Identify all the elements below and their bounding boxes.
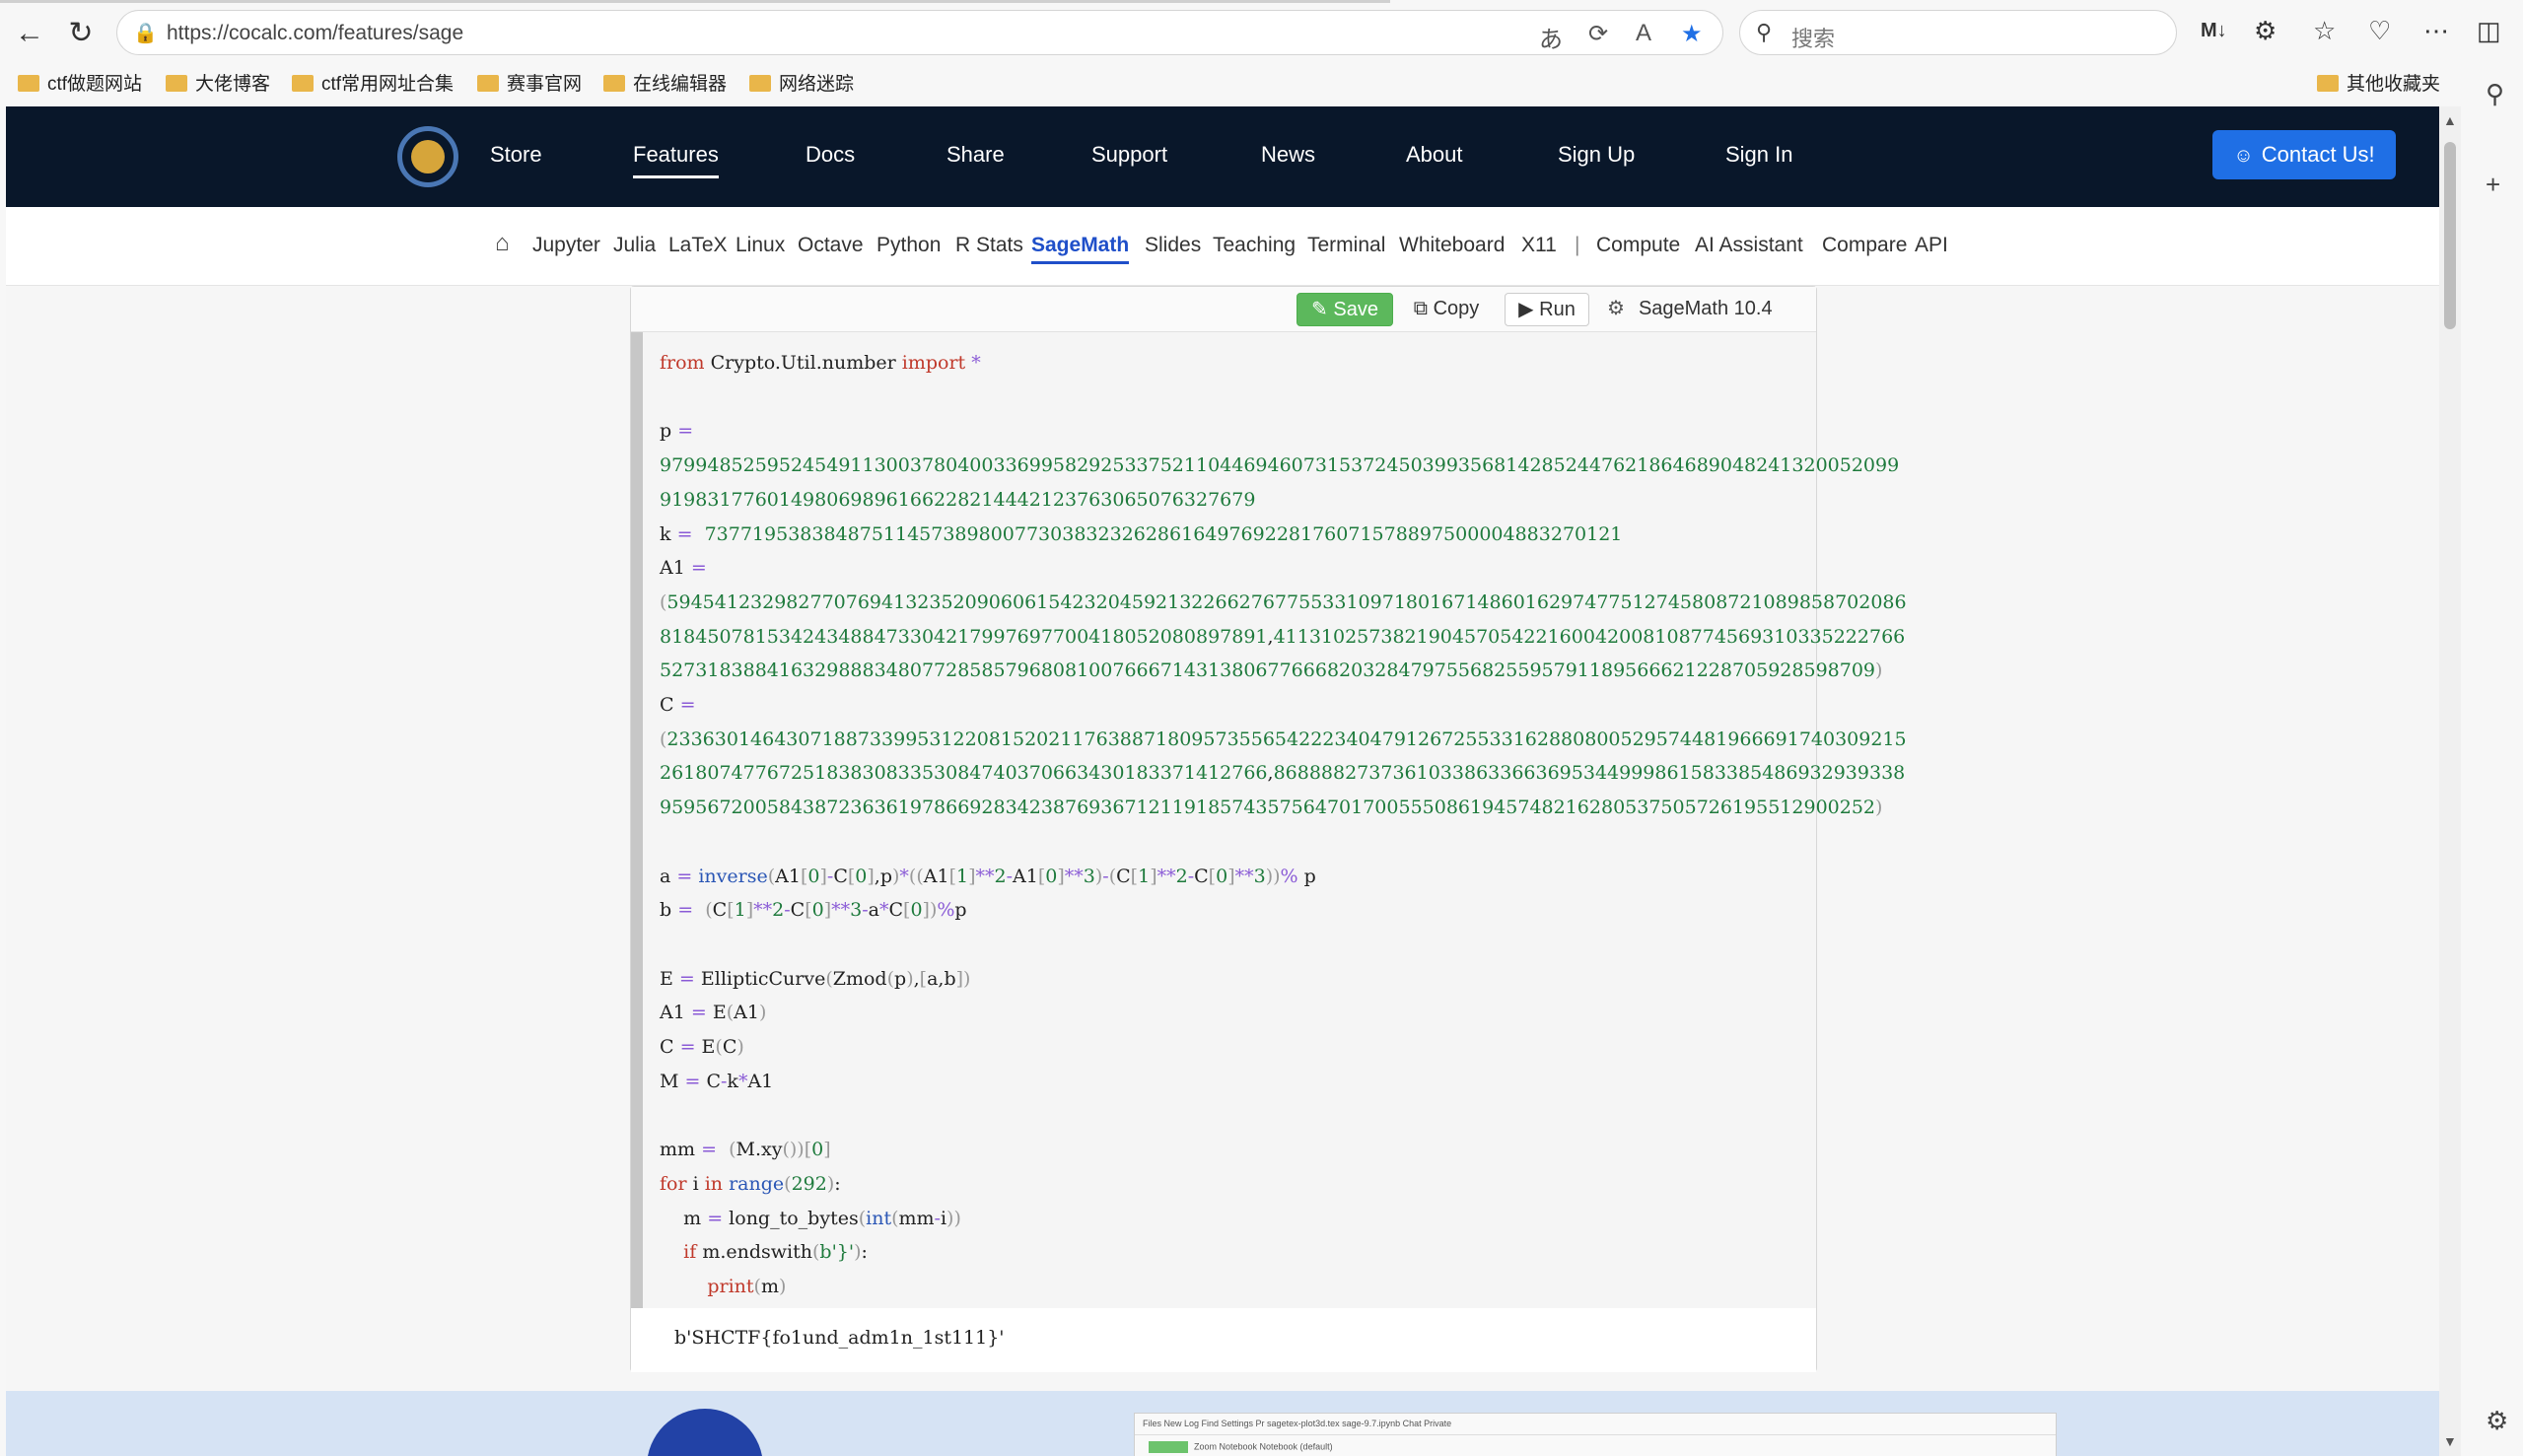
preview-toolbar: Zoom Notebook Notebook (default) bbox=[1135, 1435, 2056, 1456]
subnav-x11[interactable]: X11 bbox=[1521, 234, 1557, 257]
bookmarks-bar: ctf做题网站 大佬博客 ctf常用网址合集 赛事官网 在线编辑器 网络迷踪 其… bbox=[0, 65, 2523, 104]
sidebar-toggle-icon[interactable]: ◫ bbox=[2477, 16, 2501, 46]
pencil-icon: ✎ bbox=[1311, 299, 1328, 320]
folder-icon bbox=[603, 75, 625, 92]
subnav-jupyter[interactable]: Jupyter bbox=[532, 234, 600, 257]
other-bookmarks-folder[interactable]: 其他收藏夹 bbox=[2317, 69, 2440, 101]
markdown-icon[interactable]: M↓ bbox=[2201, 20, 2227, 42]
nav-docs[interactable]: Docs bbox=[806, 142, 855, 168]
extensions-icon[interactable]: ⚙ bbox=[2254, 16, 2277, 46]
subnav-compute[interactable]: Compute bbox=[1596, 234, 1680, 257]
subnav-latex[interactable]: LaTeX bbox=[668, 234, 728, 257]
sage-kernel-icon: ⚙ bbox=[1607, 298, 1625, 319]
sage-cell: ✎ Save ⧉ Copy ▶ Run ⚙ SageMath 10.4 from … bbox=[630, 286, 1907, 1372]
subnav-linux[interactable]: Linux bbox=[736, 234, 785, 257]
nav-sign-in[interactable]: Sign In bbox=[1725, 142, 1793, 168]
folder-icon bbox=[18, 75, 39, 92]
folder-icon bbox=[749, 75, 771, 92]
preview-tabs: Files New Log Find Settings Pr sagetex-p… bbox=[1135, 1414, 2056, 1435]
play-icon: ▶ bbox=[1518, 299, 1534, 320]
notebook-screenshot-preview: Files New Log Find Settings Pr sagetex-p… bbox=[1134, 1413, 2057, 1456]
more-menu-icon[interactable]: ⋯ bbox=[2423, 16, 2449, 46]
scroll-down-icon[interactable]: ▼ bbox=[2443, 1433, 2457, 1449]
reload-icon[interactable]: ↻ bbox=[61, 14, 101, 53]
nav-news[interactable]: News bbox=[1261, 142, 1315, 168]
subnav-api[interactable]: API bbox=[1915, 234, 1948, 257]
subnav-r-stats[interactable]: R Stats bbox=[955, 234, 1023, 257]
bookmark-folder[interactable]: ctf常用网址合集 bbox=[292, 69, 454, 101]
folder-icon bbox=[166, 75, 187, 92]
contact-us-button[interactable]: ☺ Contact Us! bbox=[2212, 130, 2396, 179]
code-content[interactable]: from Crypto.Util.number import * p = 979… bbox=[660, 346, 1907, 1304]
save-button[interactable]: ✎ Save bbox=[1297, 293, 1393, 326]
run-button[interactable]: ▶ Run bbox=[1505, 293, 1589, 326]
kernel-selector[interactable]: ⚙ SageMath 10.4 bbox=[1607, 293, 1773, 326]
bookmark-folder[interactable]: ctf做题网站 bbox=[18, 69, 142, 101]
browser-essentials-icon[interactable]: ♡ bbox=[2368, 16, 2391, 46]
subnav-compare[interactable]: Compare bbox=[1822, 234, 1907, 257]
search-icon[interactable]: ⚲ bbox=[2486, 79, 2504, 109]
cocalc-logo[interactable] bbox=[397, 126, 458, 187]
subnav-python[interactable]: Python bbox=[876, 234, 941, 257]
bookmark-folder[interactable]: 大佬博客 bbox=[166, 69, 270, 101]
folder-icon bbox=[292, 75, 314, 92]
folder-icon bbox=[477, 75, 499, 92]
address-bar[interactable]: 🔒 https://cocalc.com/features/sage あ ⟳ A… bbox=[116, 10, 1723, 55]
page-scrollbar[interactable]: ▲ ▼ bbox=[2439, 106, 2461, 1456]
subnav-teaching[interactable]: Teaching bbox=[1213, 234, 1296, 257]
nav-features[interactable]: Features bbox=[633, 142, 719, 178]
add-icon[interactable]: + bbox=[2486, 170, 2500, 200]
subnav-julia[interactable]: Julia bbox=[613, 234, 656, 257]
nav-sign-up[interactable]: Sign Up bbox=[1558, 142, 1635, 168]
bookmark-folder[interactable]: 在线编辑器 bbox=[603, 69, 727, 101]
feature-band: Files New Log Find Settings Pr sagetex-p… bbox=[6, 1391, 2439, 1456]
settings-gear-icon[interactable]: ⚙ bbox=[2486, 1406, 2508, 1436]
subnav-slides[interactable]: Slides bbox=[1145, 234, 1201, 257]
nav-support[interactable]: Support bbox=[1091, 142, 1167, 168]
read-aloud-icon[interactable]: A bbox=[1636, 20, 1651, 47]
subnav-terminal[interactable]: Terminal bbox=[1307, 234, 1385, 257]
search-icon: ⚲ bbox=[1756, 20, 1773, 44]
copy-button[interactable]: ⧉ Copy bbox=[1400, 293, 1493, 326]
code-editor[interactable]: from Crypto.Util.number import * p = 979… bbox=[631, 332, 1907, 1308]
nav-store[interactable]: Store bbox=[490, 142, 542, 168]
url-text: https://cocalc.com/features/sage bbox=[167, 22, 464, 44]
nav-about[interactable]: About bbox=[1406, 142, 1463, 168]
browser-toolbar: ← ↻ 🔒 https://cocalc.com/features/sage あ… bbox=[0, 0, 2523, 106]
lock-icon: 🔒 bbox=[133, 23, 158, 44]
copy-icon: ⧉ bbox=[1413, 298, 1428, 319]
subnav-sagemath[interactable]: SageMath bbox=[1031, 234, 1130, 264]
person-icon: ☺ bbox=[2233, 145, 2254, 167]
translate-icon[interactable]: あ bbox=[1539, 20, 1563, 54]
nav-share[interactable]: Share bbox=[946, 142, 1005, 168]
cell-toolbar: ✎ Save ⧉ Copy ▶ Run ⚙ SageMath 10.4 bbox=[631, 287, 1816, 332]
page-viewport: Store Features Docs Share Support News A… bbox=[6, 106, 2439, 1456]
bookmark-folder[interactable]: 网络迷踪 bbox=[749, 69, 854, 101]
search-input[interactable]: ⚲ 搜索 bbox=[1739, 10, 2177, 55]
search-placeholder: 搜索 bbox=[1791, 27, 1836, 51]
subnav-divider: | bbox=[1575, 234, 1580, 256]
home-icon[interactable]: ⌂ bbox=[495, 230, 510, 257]
scroll-up-icon[interactable]: ▲ bbox=[2443, 112, 2457, 128]
site-header: Store Features Docs Share Support News A… bbox=[6, 106, 2439, 207]
back-icon[interactable]: ← bbox=[10, 14, 49, 53]
output-text: b'SHCTF{fo1und_adm1n_1st111}' bbox=[674, 1327, 1005, 1349]
sagemath-logo bbox=[647, 1409, 763, 1456]
folder-icon bbox=[2317, 75, 2339, 92]
subnav-octave[interactable]: Octave bbox=[798, 234, 864, 257]
favorite-star-icon[interactable]: ★ bbox=[1681, 20, 1703, 48]
subnav-ai-assistant[interactable]: AI Assistant bbox=[1695, 234, 1803, 257]
cell-output: b'SHCTF{fo1und_adm1n_1st111}' bbox=[631, 1309, 1816, 1372]
scroll-thumb[interactable] bbox=[2444, 142, 2456, 329]
bookmark-folder[interactable]: 赛事官网 bbox=[477, 69, 582, 101]
favorites-icon[interactable]: ☆ bbox=[2313, 16, 2336, 46]
subnav-whiteboard[interactable]: Whiteboard bbox=[1399, 234, 1505, 257]
refresh-circle-icon[interactable]: ⟳ bbox=[1588, 20, 1608, 48]
features-subnav: ⌂ Jupyter Julia LaTeX Linux Octave Pytho… bbox=[6, 207, 2439, 286]
edge-sidebar: ⚲ + ⚙ bbox=[2474, 65, 2523, 1456]
loading-bar bbox=[0, 0, 1390, 3]
